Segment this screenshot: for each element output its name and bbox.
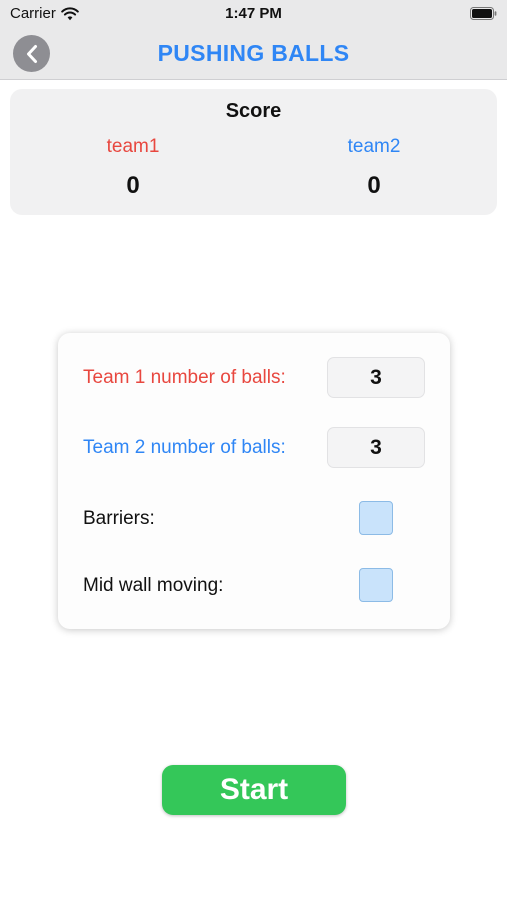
settings-panel: Team 1 number of balls: 3 Team 2 number … [58, 333, 450, 629]
team2-balls-label: Team 2 number of balls: [83, 437, 286, 458]
page-title: PUSHING BALLS [157, 40, 350, 66]
team2-name: team2 [347, 136, 401, 157]
score-card: Score team1 0 team2 0 [10, 89, 497, 215]
team1-balls-label: Team 1 number of balls: [83, 367, 286, 388]
score-title: Score [225, 100, 282, 122]
mid-wall-moving-label: Mid wall moving: [83, 575, 224, 596]
navigation-bar: PUSHING BALLS [0, 28, 507, 80]
team2-balls-input[interactable]: 3 [327, 427, 425, 468]
status-time: 1:47 PM [225, 5, 282, 22]
top-area: Carrier 1:47 PM PUSHING BALLS [0, 0, 507, 80]
status-bar: Carrier 1:47 PM [0, 0, 507, 28]
team2-score: 0 [367, 172, 381, 199]
team1-score-column: team1 0 [73, 136, 193, 200]
barriers-label: Barriers: [83, 508, 155, 529]
start-button[interactable]: Start [162, 765, 346, 815]
team1-score: 0 [126, 172, 140, 199]
mid-wall-moving-checkbox[interactable] [359, 568, 393, 602]
team2-score-column: team2 0 [314, 136, 434, 200]
game-setup-screen: Carrier 1:47 PM PUSHING BALLS Score team… [0, 0, 507, 900]
team1-balls-input[interactable]: 3 [327, 357, 425, 398]
battery-icon [470, 7, 497, 20]
team1-name: team1 [106, 136, 160, 157]
barriers-checkbox[interactable] [359, 501, 393, 535]
